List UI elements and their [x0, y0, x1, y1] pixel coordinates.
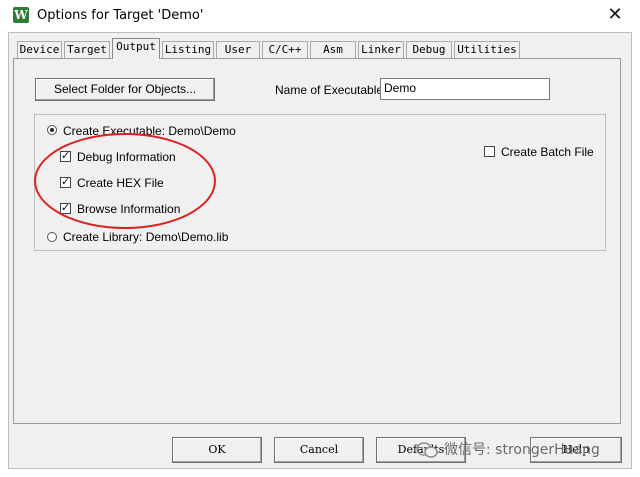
tab-device[interactable]: Device [17, 41, 62, 59]
name-of-executable-label: Name of Executable: [275, 83, 387, 97]
ok-button[interactable]: OK [172, 437, 262, 463]
cancel-button[interactable]: Cancel [274, 437, 364, 463]
window-title: Options for Target 'Demo' [37, 8, 204, 23]
radio-selected-dot [50, 128, 54, 132]
tab-divider [13, 58, 621, 59]
watermark-text: 微信号: strongerHuang [444, 442, 600, 458]
tab-listing[interactable]: Listing [162, 41, 214, 59]
close-button[interactable]: ✕ [604, 4, 626, 26]
select-folder-button[interactable]: Select Folder for Objects... [35, 78, 215, 101]
tab-cpp[interactable]: C/C++ [262, 41, 308, 59]
create-batch-file-checkbox[interactable] [484, 146, 495, 157]
name-of-executable-input[interactable]: Demo [380, 78, 550, 100]
title-bar: W Options for Target 'Demo' ✕ [0, 0, 640, 32]
tab-asm[interactable]: Asm [310, 41, 356, 59]
wechat-icon [416, 442, 438, 458]
tab-debug[interactable]: Debug [406, 41, 452, 59]
create-library-label: Create Library: Demo\Demo.lib [63, 230, 229, 244]
wechat-watermark: 微信号: strongerHuang [416, 437, 600, 463]
create-executable-radio[interactable] [47, 125, 57, 135]
highlight-ellipse [34, 133, 216, 229]
app-icon: W [13, 7, 29, 23]
create-batch-file-label: Create Batch File [501, 145, 594, 159]
tab-linker[interactable]: Linker [358, 41, 404, 59]
tab-utilities[interactable]: Utilities [454, 41, 520, 59]
tab-target[interactable]: Target [64, 41, 110, 59]
tab-output[interactable]: Output [112, 38, 160, 59]
create-library-radio[interactable] [47, 232, 57, 242]
tab-user[interactable]: User [216, 41, 260, 59]
